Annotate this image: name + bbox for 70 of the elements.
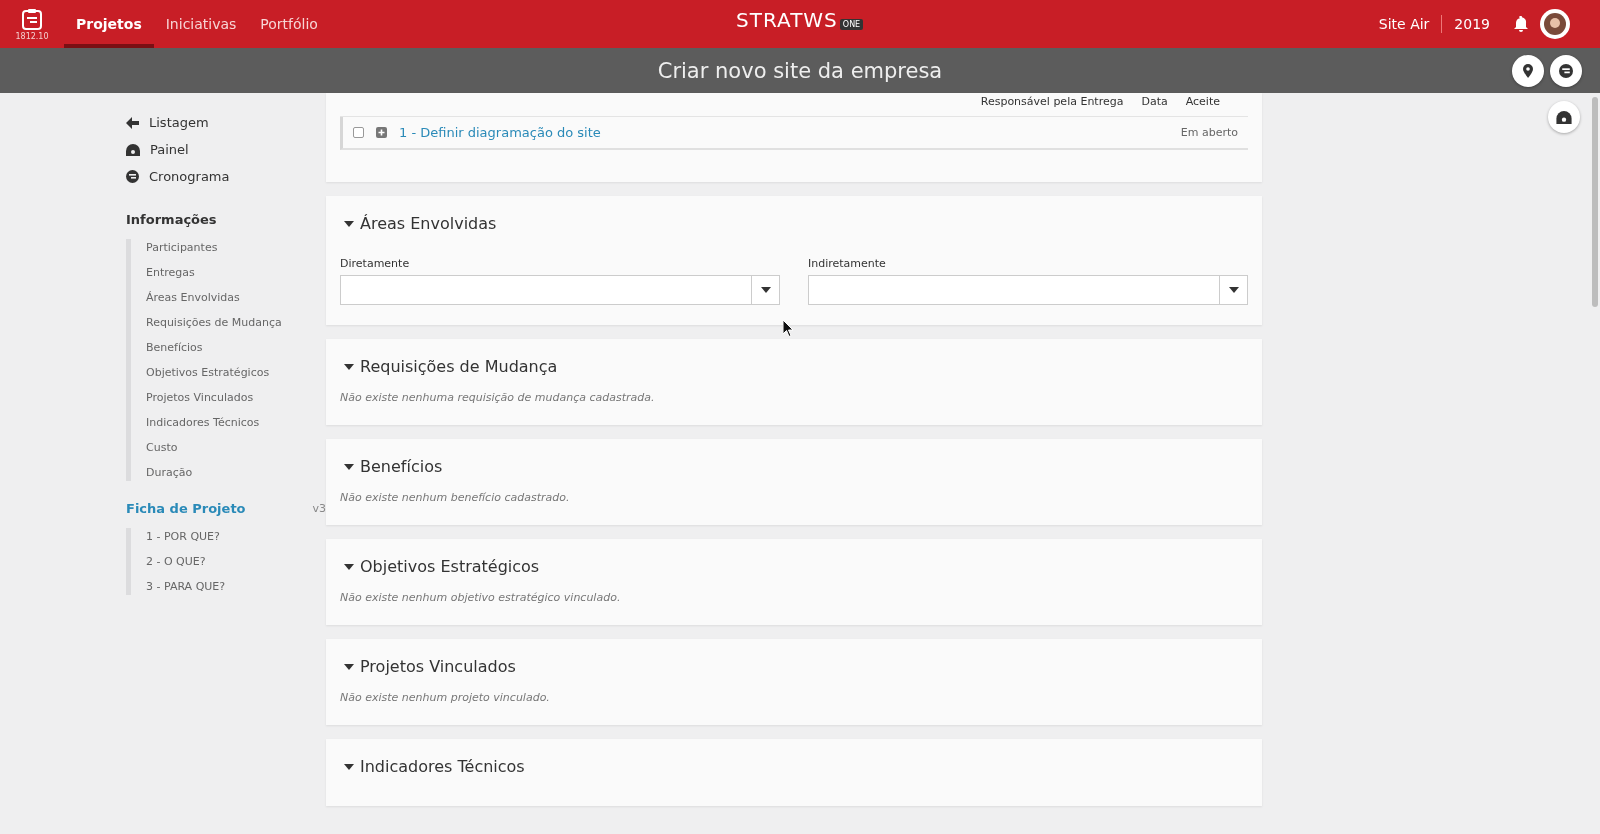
section-heading[interactable]: Áreas Envolvidas (360, 214, 497, 233)
empty-message: Não existe nenhum objetivo estratégico vinculado. (340, 591, 621, 604)
nav-tab[interactable]: Iniciativas (153, 0, 249, 48)
sidebar-item[interactable]: Objetivos Estratégicos (146, 366, 326, 379)
caret-icon (1228, 287, 1239, 293)
caret-icon (344, 463, 354, 470)
caret-icon (344, 363, 354, 370)
schedule-icon (1559, 64, 1573, 78)
caret-icon (344, 763, 354, 770)
sidebar-item[interactable]: Indicadores Técnicos (146, 416, 326, 429)
schedule-button[interactable] (1550, 55, 1582, 87)
section-title: Informações (126, 212, 218, 227)
checkbox[interactable] (353, 127, 364, 138)
section-heading[interactable]: Requisições de Mudança (360, 357, 558, 376)
caret-icon (344, 563, 354, 570)
sidebar-item[interactable]: Custo (146, 441, 326, 454)
dashboard-icon (126, 143, 140, 156)
sidebar-link[interactable]: Cronograma (126, 163, 230, 190)
schedule-icon (126, 170, 139, 183)
section-heading[interactable]: Benefícios (360, 457, 443, 476)
select-field[interactable] (808, 275, 1248, 305)
column-header: Aceite (1185, 95, 1220, 108)
dashboard-button[interactable] (1548, 101, 1580, 133)
sidebar-item[interactable]: Entregas (146, 266, 326, 279)
caret-icon (344, 663, 354, 670)
sidebar-item[interactable]: 1 - POR QUE? (146, 530, 326, 543)
empty-message: Não existe nenhum projeto vinculado. (340, 691, 550, 704)
logo-badge: ONE (839, 19, 864, 30)
nav-tab[interactable]: Portfólio (248, 0, 330, 48)
scrollbar-thumb[interactable] (1592, 97, 1598, 307)
back-arrow-icon (126, 116, 139, 129)
sidebar-link[interactable]: Painel (126, 136, 189, 163)
logo-text: STRATWS (736, 8, 838, 32)
column-header: Data (1141, 95, 1168, 108)
dashboard-icon (1556, 110, 1572, 124)
location-button[interactable] (1512, 55, 1544, 87)
sidebar-item[interactable]: 3 - PARA QUE? (146, 580, 326, 593)
sidebar-link[interactable]: Listagem (126, 109, 209, 136)
empty-message: Não existe nenhuma requisição de mudança cadastrada. (340, 391, 655, 404)
version-tag: v3 (312, 502, 326, 515)
field-label: Indiretamente (808, 257, 887, 270)
avatar[interactable] (1540, 9, 1570, 39)
clipboard-icon[interactable] (22, 7, 42, 30)
sidebar-item[interactable]: Duração (146, 466, 326, 479)
caret-icon (760, 287, 771, 293)
sidebar-item[interactable]: Áreas Envolvidas (146, 291, 326, 304)
status-text: Em aberto (1180, 126, 1238, 139)
delivery-link[interactable]: 1 - Definir diagramação do site (399, 125, 1169, 140)
section-heading[interactable]: Indicadores Técnicos (360, 757, 525, 776)
sidebar-item[interactable]: Participantes (146, 241, 326, 254)
section-heading[interactable]: Objetivos Estratégicos (360, 557, 540, 576)
ficha-link[interactable]: Ficha de Projeto (126, 501, 246, 516)
sidebar-item[interactable]: Projetos Vinculados (146, 391, 326, 404)
sidebar-item[interactable]: Requisições de Mudança (146, 316, 326, 329)
sidebar-item[interactable]: 2 - O QUE? (146, 555, 326, 568)
caret-icon (344, 220, 354, 227)
column-header: Responsável pela Entrega (980, 95, 1124, 108)
delivery-row[interactable]: 1 - Definir diagramação do site Em aberto (340, 117, 1248, 150)
map-pin-icon (1523, 64, 1533, 78)
sidebar-item[interactable]: Benefícios (146, 341, 326, 354)
select-field[interactable] (340, 275, 780, 305)
page-title: Criar novo site da empresa (657, 58, 943, 83)
bell-icon[interactable] (1514, 16, 1528, 32)
empty-message: Não existe nenhum benefício cadastrado. (340, 491, 570, 504)
year-label[interactable]: 2019 (1454, 16, 1490, 32)
expand-icon[interactable] (376, 127, 387, 138)
field-label: Diretamente (340, 257, 411, 270)
version-label: 1812.10 (15, 31, 49, 41)
company-name[interactable]: Site Air (1378, 16, 1430, 32)
section-heading[interactable]: Projetos Vinculados (360, 657, 516, 676)
